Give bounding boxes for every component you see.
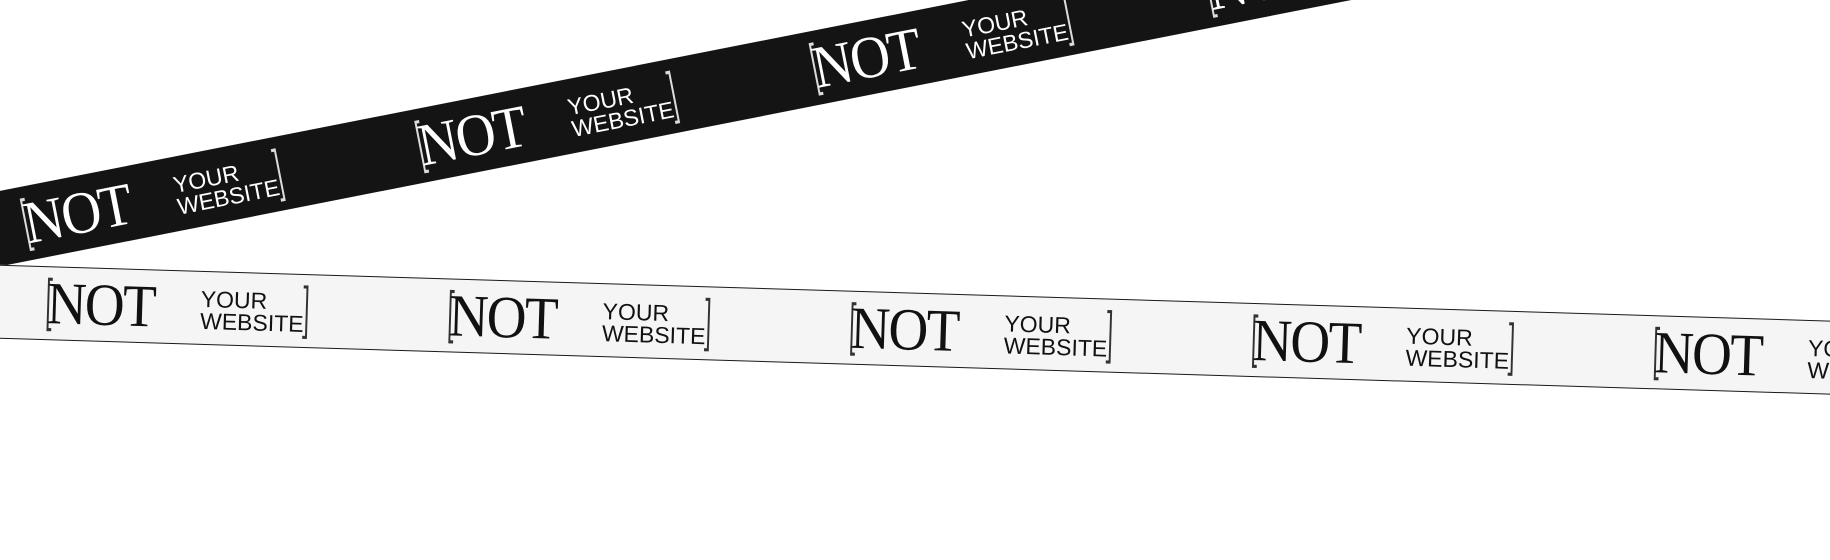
logo-words: YOUR WEBSITE <box>960 0 1071 64</box>
logo-not-text: NOT <box>1251 307 1362 377</box>
logo-not-text: NOT <box>412 92 532 179</box>
logo-not-text: NOT <box>18 170 137 257</box>
logo-words: YOUR WEBSITE <box>1405 323 1510 374</box>
tape-logo: [NOTYOURWEBSITE] <box>797 0 1206 106</box>
light-tape-banner: [NOT YOUR WEBSITE] [NOT YOUR WEBSITE] [NOT YO… <box>0 258 1830 403</box>
logo-website-text: WEBSITE <box>1405 344 1510 374</box>
logo-bracket-close: ] <box>1505 312 1517 384</box>
logo-bracket-close: ] <box>300 275 311 347</box>
logo-website-text: WEBSITE <box>199 307 305 337</box>
tape-logo: [NOTYOURWEBSITE] <box>1644 315 1830 401</box>
logo-bracket-close: ] <box>1104 300 1115 371</box>
logo-not-text: NOT <box>1202 0 1321 23</box>
logo-words: YOUR WEBSITE <box>565 77 676 142</box>
logo-website-text: WEBSITE <box>601 320 706 350</box>
tape-logo: [NOTYOURWEBSITE] <box>439 278 843 364</box>
tape-logo: [NOTYOURWEBSITE] <box>8 112 417 262</box>
dark-tape-banner: [NOT YOUR WEBSITE] [NOT YOUR WEBSITE] [NOT YO… <box>0 0 1830 309</box>
tape-logo: [NOTYOURWEBSITE] <box>1192 0 1601 29</box>
logo-words: YOUR WEBSITE <box>601 298 707 350</box>
logo-bracket-close: ] <box>702 288 713 359</box>
logo-words: YOUR WEBSITE <box>199 286 305 337</box>
tape-logo: [NOTYOURWEBSITE] <box>840 290 1244 376</box>
logo-not-text: NOT <box>448 282 558 352</box>
logo-not-text: NOT <box>46 270 157 340</box>
tape-logo: [NOTYOURWEBSITE] <box>1242 303 1646 389</box>
logo-not-text: NOT <box>1653 319 1764 389</box>
logo-words: YOUR WEBSITE <box>1806 335 1830 387</box>
logo-not-text: NOT <box>807 15 926 101</box>
tape-logo: [NOTYOURWEBSITE] <box>403 34 812 184</box>
logo-website-text: WEBSITE <box>1806 356 1830 387</box>
tape-logo: [NOTYOURWEBSITE] <box>37 266 441 352</box>
logo-words: YOUR WEBSITE <box>1003 310 1108 362</box>
logo-website-text: WEBSITE <box>1003 332 1108 362</box>
logo-not-text: NOT <box>849 294 960 365</box>
logo-words: YOUR WEBSITE <box>171 154 282 220</box>
